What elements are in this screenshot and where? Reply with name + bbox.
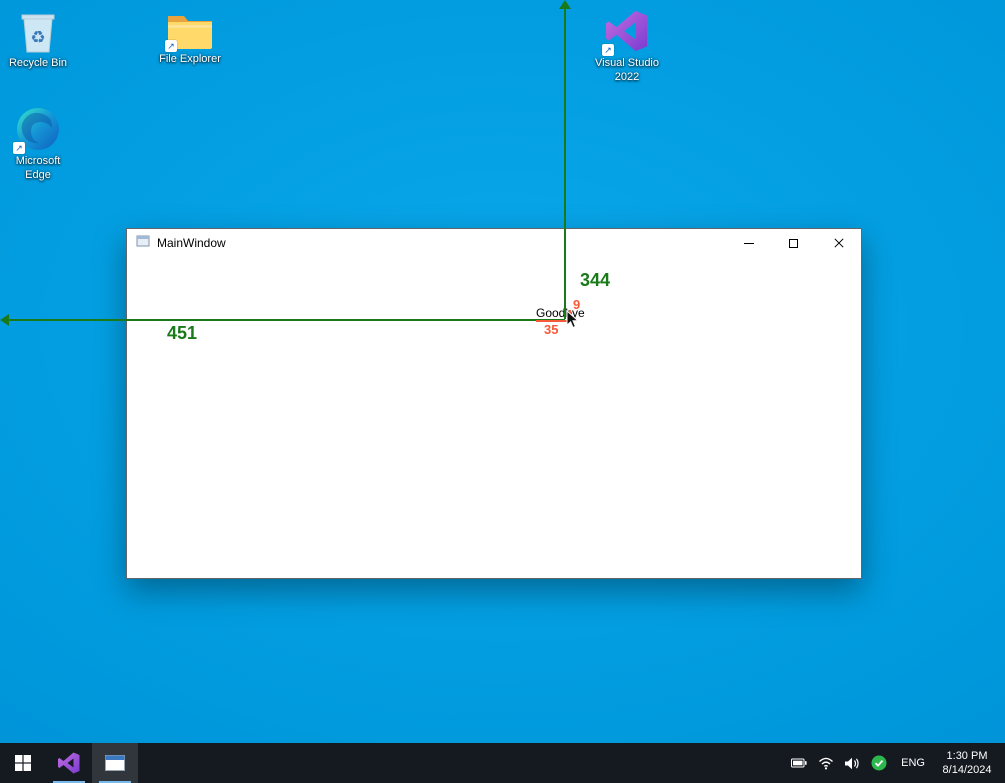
taskbar-visual-studio-button[interactable]	[46, 743, 92, 783]
window-title: MainWindow	[157, 236, 226, 250]
close-icon	[834, 238, 844, 248]
window-content-text: Goodbye	[536, 306, 585, 320]
desktop-icon-visual-studio[interactable]: ↗ Visual Studio 2022	[589, 8, 665, 85]
windows-logo-icon	[15, 755, 31, 771]
desktop-icon-recycle-bin[interactable]: ♻ Recycle Bin	[0, 10, 76, 71]
file-explorer-icon: ↗	[167, 12, 213, 50]
up-arrowhead-icon	[559, 0, 571, 9]
title-bar[interactable]: MainWindow	[127, 229, 861, 257]
taskbar-mainwindow-app-button[interactable]	[92, 743, 138, 783]
visual-studio-icon	[57, 751, 81, 775]
left-arrowhead-icon	[0, 314, 9, 326]
system-tray: ENG 1:30 PM 8/14/2024	[791, 743, 1005, 783]
clock-time: 1:30 PM	[939, 749, 995, 763]
volume-icon[interactable]	[845, 757, 860, 770]
desktop-icon-label: Microsoft Edge	[3, 155, 73, 183]
taskbar: ENG 1:30 PM 8/14/2024	[0, 743, 1005, 783]
main-window: MainWindow Goodbye	[126, 228, 862, 579]
language-indicator[interactable]: ENG	[898, 757, 928, 769]
desktop-icon-label: Recycle Bin	[3, 57, 73, 71]
network-icon[interactable]	[818, 757, 834, 770]
visual-studio-icon: ↗	[604, 8, 650, 54]
minimize-button[interactable]	[726, 229, 771, 257]
desktop-icon-microsoft-edge[interactable]: ↗ Microsoft Edge	[0, 106, 76, 183]
shortcut-arrow-icon: ↗	[13, 142, 25, 154]
clock[interactable]: 1:30 PM 8/14/2024	[939, 749, 995, 777]
clock-date: 8/14/2024	[939, 763, 995, 777]
start-button[interactable]	[0, 743, 46, 783]
desktop-icon-label: Visual Studio 2022	[592, 57, 662, 85]
desktop-icon-label: File Explorer	[155, 53, 225, 67]
svg-text:♻: ♻	[30, 28, 45, 47]
window-content: Goodbye	[127, 257, 861, 578]
maximize-icon	[789, 239, 798, 248]
battery-icon[interactable]	[791, 758, 807, 768]
recycle-bin-icon: ♻	[19, 10, 57, 54]
window-controls	[726, 229, 861, 257]
microsoft-edge-icon: ↗	[15, 106, 61, 152]
maximize-button[interactable]	[771, 229, 816, 257]
shortcut-arrow-icon: ↗	[165, 40, 177, 52]
close-button[interactable]	[816, 229, 861, 257]
desktop-icon-file-explorer[interactable]: ↗ File Explorer	[152, 12, 228, 67]
minimize-icon	[744, 243, 754, 244]
shortcut-arrow-icon: ↗	[602, 44, 614, 56]
app-window-icon	[105, 755, 125, 771]
window-icon	[136, 234, 150, 253]
security-check-icon[interactable]	[871, 755, 887, 771]
